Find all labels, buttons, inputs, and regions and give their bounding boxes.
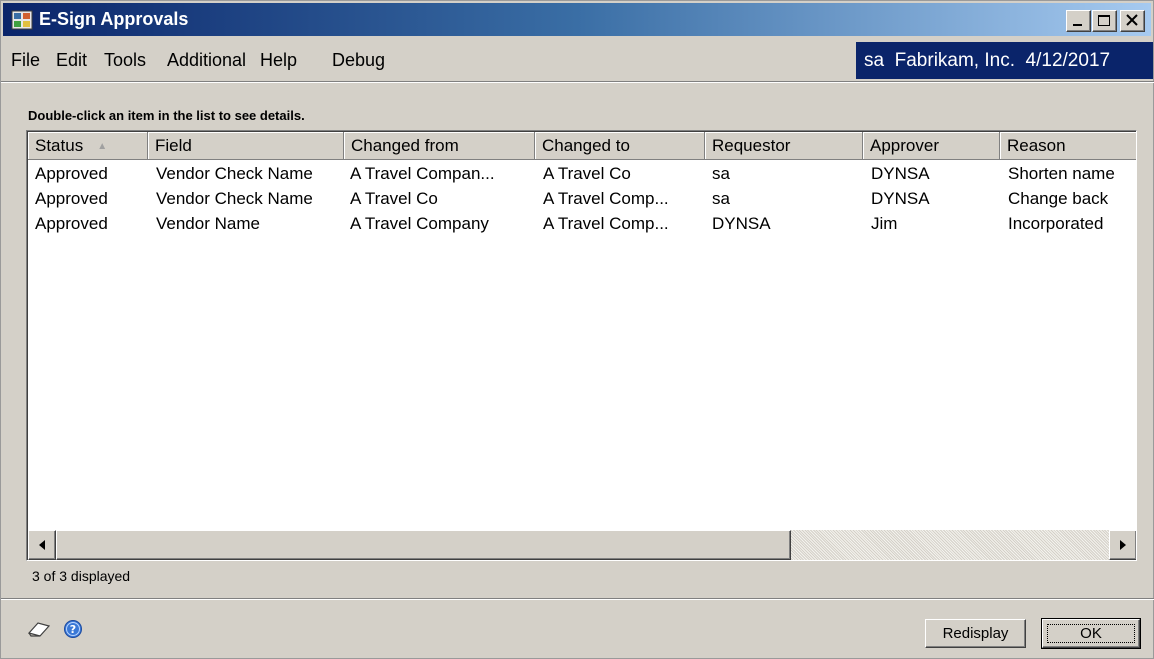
user-info-text: sa Fabrikam, Inc. 4/12/2017 (864, 50, 1111, 71)
cell-changed-to: A Travel Co (543, 164, 631, 183)
scrollbar-thumb[interactable] (56, 530, 791, 560)
instruction-text: Double-click an item in the list to see … (28, 108, 305, 123)
column-header-changed-to[interactable]: Changed to (535, 132, 705, 160)
cell-status: Approved (35, 164, 108, 183)
arrow-left-icon (39, 540, 45, 550)
menu-debug[interactable]: Debug (332, 50, 385, 71)
menu-bar: File Edit Tools Additional Help Debug sa… (3, 41, 1153, 79)
close-icon (1126, 14, 1138, 26)
window-title: E-Sign Approvals (39, 9, 189, 29)
cell-requestor: DYNSA (712, 214, 771, 233)
cell-reason: Incorporated (1008, 214, 1104, 233)
cell-field: Vendor Check Name (156, 164, 313, 183)
sort-ascending-icon: ▲ (97, 141, 108, 153)
cell-requestor: sa (712, 164, 730, 183)
scroll-left-button[interactable] (28, 530, 56, 560)
column-header-approver[interactable]: Approver (863, 132, 1000, 160)
cell-changed-to: A Travel Comp... (543, 214, 669, 233)
column-header-reason[interactable]: Reason (1000, 132, 1136, 160)
horizontal-scrollbar[interactable] (28, 530, 1136, 560)
cell-approver: DYNSA (871, 189, 930, 208)
minimize-icon (1073, 24, 1082, 26)
table-row[interactable]: Approved Vendor Name A Travel Company A … (28, 212, 1136, 236)
cell-requestor: sa (712, 189, 730, 208)
cell-field: Vendor Name (156, 214, 260, 233)
maximize-icon (1098, 15, 1110, 26)
help-icon[interactable]: ? (63, 619, 83, 639)
focus-rectangle (1047, 624, 1135, 643)
ok-button[interactable]: OK (1041, 618, 1141, 649)
column-header-requestor[interactable]: Requestor (705, 132, 863, 160)
arrow-right-icon (1120, 540, 1126, 550)
menu-edit[interactable]: Edit (56, 50, 87, 71)
cell-status: Approved (35, 189, 108, 208)
close-button[interactable] (1120, 10, 1145, 32)
cell-changed-from: A Travel Company (350, 214, 489, 233)
e-sign-approvals-window: E-Sign Approvals File Edit Tools Additio… (0, 0, 1154, 659)
menu-help[interactable]: Help (260, 50, 297, 71)
list-header: Status ▲ Field Changed from Changed to Re… (28, 132, 1136, 160)
redisplay-button-label: Redisplay (942, 625, 1009, 642)
cell-changed-from: A Travel Co (350, 189, 438, 208)
cell-field: Vendor Check Name (156, 189, 313, 208)
note-icon[interactable] (26, 618, 52, 640)
column-header-label: Changed from (351, 136, 459, 155)
cell-approver: Jim (871, 214, 898, 233)
title-bar[interactable]: E-Sign Approvals (3, 3, 1151, 36)
cell-approver: DYNSA (871, 164, 930, 183)
menu-file[interactable]: File (11, 50, 40, 71)
column-header-field[interactable]: Field (148, 132, 344, 160)
cell-status: Approved (35, 214, 108, 233)
item-count-text: 3 of 3 displayed (32, 568, 131, 584)
menu-additional[interactable]: Additional (167, 50, 246, 71)
user-company-date-box[interactable]: sa Fabrikam, Inc. 4/12/2017 (856, 42, 1153, 79)
table-row[interactable]: Approved Vendor Check Name A Travel Co A… (28, 187, 1136, 211)
cell-reason: Shorten name (1008, 164, 1115, 183)
column-header-label: Approver (870, 136, 939, 155)
menu-divider (1, 81, 1154, 83)
cell-changed-to: A Travel Comp... (543, 189, 669, 208)
column-header-status[interactable]: Status ▲ (28, 132, 148, 160)
redisplay-button[interactable]: Redisplay (925, 619, 1026, 648)
column-header-label: Reason (1007, 136, 1066, 155)
column-header-changed-from[interactable]: Changed from (344, 132, 535, 160)
column-header-label: Changed to (542, 136, 630, 155)
cell-reason: Change back (1008, 189, 1109, 208)
minimize-button[interactable] (1066, 10, 1091, 32)
table-row[interactable]: Approved Vendor Check Name A Travel Comp… (28, 162, 1136, 186)
column-header-label: Status (35, 136, 84, 155)
approvals-list[interactable]: Status ▲ Field Changed from Changed to Re… (26, 130, 1137, 561)
cell-changed-from: A Travel Compan... (350, 164, 495, 183)
menu-tools[interactable]: Tools (104, 50, 146, 71)
footer-divider (1, 598, 1154, 600)
column-header-label: Field (155, 136, 192, 155)
maximize-button[interactable] (1092, 10, 1117, 32)
app-icon (11, 10, 33, 30)
scroll-right-button[interactable] (1109, 530, 1136, 560)
svg-text:?: ? (70, 623, 76, 636)
column-header-label: Requestor (712, 136, 791, 155)
